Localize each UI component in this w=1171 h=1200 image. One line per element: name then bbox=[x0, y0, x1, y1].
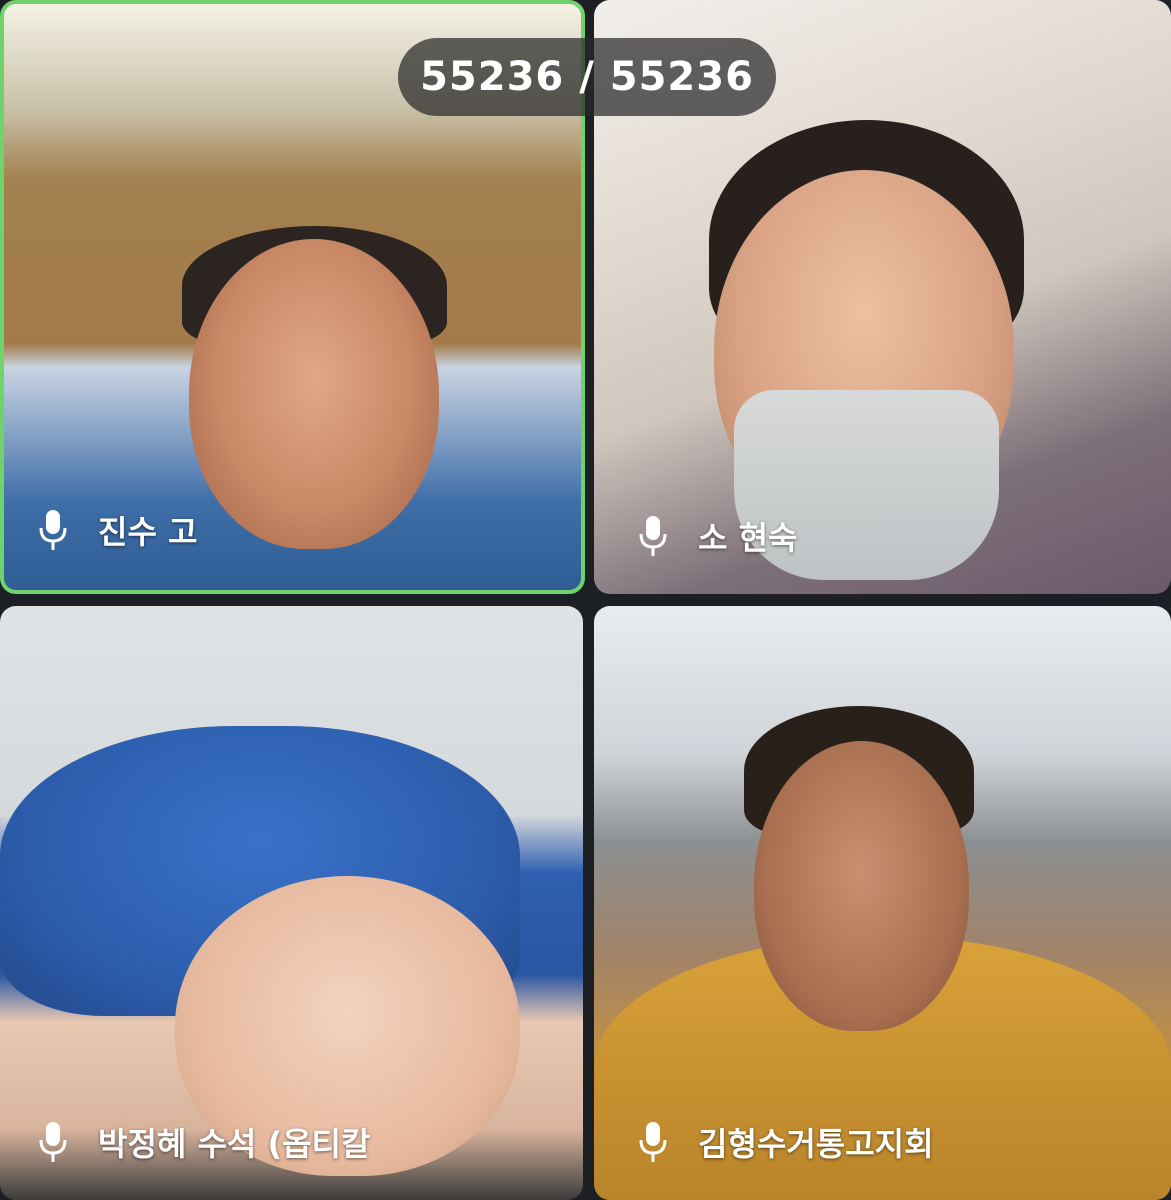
participant-tile-kim-hyungsoo[interactable]: 김형수거통고지회 bbox=[594, 606, 1171, 1200]
video-grid: 진수 고 소 현숙 박정혜 수석 (옵티칼 김형수거통고지회 55236 / 5… bbox=[0, 0, 1171, 1200]
participant-video-face bbox=[189, 239, 439, 549]
participant-name-label: 소 현숙 bbox=[638, 506, 797, 566]
participant-name-label: 김형수거통고지회 bbox=[638, 1112, 934, 1172]
counter-current: 55236 bbox=[420, 54, 565, 100]
participant-counter-badge: 55236 / 55236 bbox=[398, 38, 776, 116]
microphone-icon bbox=[639, 1122, 667, 1162]
participant-name-label: 박정혜 수석 (옵티칼 bbox=[38, 1112, 370, 1172]
microphone-icon bbox=[39, 1122, 67, 1162]
participant-tile-park-junghye[interactable]: 박정혜 수석 (옵티칼 bbox=[0, 606, 583, 1200]
microphone-icon bbox=[39, 510, 67, 550]
counter-total: 55236 bbox=[609, 54, 754, 100]
participant-name-label: 진수 고 bbox=[38, 500, 197, 560]
participant-name: 진수 고 bbox=[98, 513, 198, 551]
participant-name: 소 현숙 bbox=[698, 519, 798, 557]
participant-name: 김형수거통고지회 bbox=[698, 1125, 934, 1163]
participant-video-face bbox=[754, 741, 969, 1031]
counter-separator: / bbox=[564, 54, 610, 100]
participant-name: 박정혜 수석 (옵티칼 bbox=[98, 1125, 371, 1163]
microphone-icon bbox=[639, 516, 667, 556]
